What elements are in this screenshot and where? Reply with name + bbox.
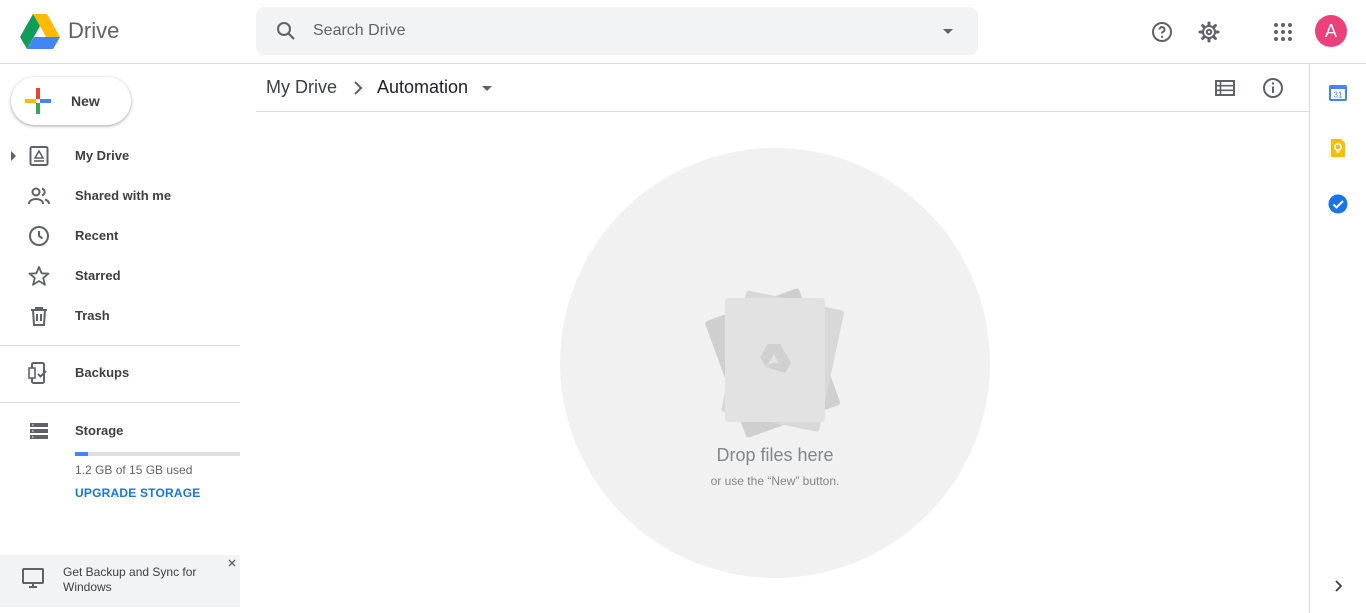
settings-icon [1198,21,1220,43]
plus-icon [25,88,51,114]
sidebar-item-label: Starred [75,268,121,283]
expand-caret-icon[interactable] [11,151,16,161]
list-view-icon[interactable] [1213,76,1237,100]
promo-text: Get Backup and Sync for Windows [63,565,197,594]
expand-panel-chevron-icon[interactable] [1330,578,1346,594]
backup-sync-promo[interactable]: Get Backup and Sync for Windows [0,555,240,607]
new-button-label: New [71,93,100,109]
clock-icon [29,226,49,246]
app-brand[interactable]: Drive [68,18,119,44]
backups-icon [28,362,47,384]
keep-icon[interactable] [1328,138,1348,158]
trash-icon [31,307,47,326]
storage-icon [30,423,48,439]
search-options-icon[interactable] [936,19,960,43]
help-button[interactable] [1142,12,1182,52]
sidebar-item-starred[interactable]: Starred [0,256,240,296]
breadcrumb-root[interactable]: My Drive [266,77,337,98]
sidebar-item-label: Trash [75,308,110,323]
folder-menu-dropdown-icon[interactable] [478,79,496,97]
sidebar-divider [0,402,240,403]
apps-button[interactable] [1263,12,1303,52]
info-icon[interactable] [1261,76,1285,100]
sidebar-item-label: Shared with me [75,188,172,203]
new-button[interactable]: New [11,77,131,125]
search-input[interactable] [313,19,913,43]
main-content: My Drive Automation Drop files here or u… [256,64,1309,613]
apps-grid-icon [1274,23,1292,41]
empty-state-subtitle: or use the “New” button. [710,474,840,488]
upgrade-storage-link[interactable]: UPGRADE STORAGE [75,486,200,500]
account-avatar[interactable]: A [1315,15,1347,47]
star-icon [28,266,50,286]
sidebar-item-storage[interactable]: Storage [0,411,240,451]
calendar-day: 31 [1334,91,1343,100]
side-panel: 31 [1309,64,1366,613]
shared-icon [28,187,50,205]
calendar-icon[interactable]: 31 [1328,82,1348,102]
settings-button[interactable] [1189,12,1229,52]
sidebar-item-backups[interactable]: Backups [0,353,240,393]
search-bar[interactable] [256,7,978,55]
sidebar-item-label: Backups [75,365,130,380]
help-icon [1152,22,1172,42]
sidebar-item-recent[interactable]: Recent [0,216,240,256]
empty-state-title: Drop files here [716,445,834,465]
my-drive-icon [29,146,49,166]
storage-used-text: 1.2 GB of 15 GB used [75,463,193,477]
sidebar-item-label: My Drive [75,148,130,163]
desktop-computer-icon [22,568,44,588]
tasks-icon[interactable] [1328,194,1348,214]
close-icon[interactable] [226,557,238,569]
breadcrumb-current-folder[interactable]: Automation [377,77,468,98]
sidebar-item-my-drive[interactable]: My Drive [0,136,240,176]
sidebar-item-trash[interactable]: Trash [0,296,240,336]
chevron-right-icon [354,81,363,95]
sidebar: New My Drive Shared with me Recent Starr… [0,64,256,613]
breadcrumb-toolbar: My Drive Automation [256,64,1309,112]
drive-logo-icon[interactable] [20,14,60,50]
sidebar-divider [0,345,240,346]
storage-progress-fill [75,452,89,456]
sidebar-item-shared[interactable]: Shared with me [0,176,240,216]
sidebar-item-label: Recent [75,228,119,243]
storage-progress-bar [75,452,240,456]
sidebar-item-label: Storage [75,423,124,438]
stacked-documents-icon [705,288,844,438]
search-icon[interactable] [274,19,298,43]
app-header: Drive Search Drive A [0,0,1366,64]
